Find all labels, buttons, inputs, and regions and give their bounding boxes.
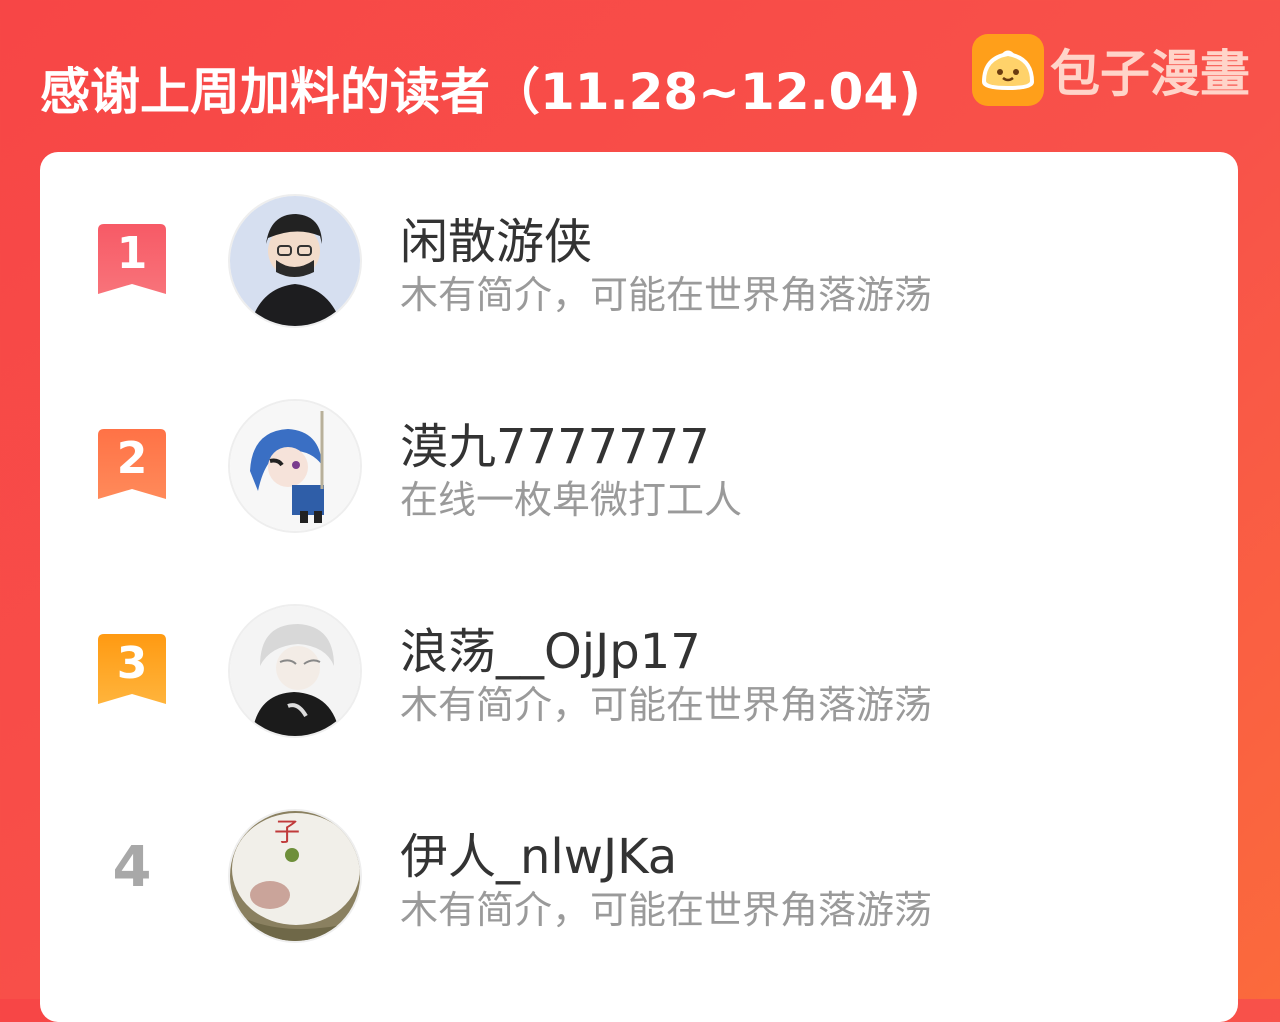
avatar[interactable] [228, 399, 362, 533]
username: 伊人_nlwJKa [400, 829, 678, 885]
rank-ribbon-icon: 1 [98, 224, 166, 296]
reader-row[interactable]: 4 子 伊人_nlwJKa 木有简介，可能在世界角落游荡 [40, 767, 1238, 943]
rank-number: 2 [116, 433, 148, 484]
username: 漠九7777777 [400, 419, 710, 475]
username: 浪荡__OjJp17 [400, 624, 701, 680]
reader-row[interactable]: 2 漠九7777777 在线一枚卑微打工人 [40, 357, 1238, 533]
avatar[interactable] [228, 194, 362, 328]
user-bio: 木有简介，可能在世界角落游荡 [400, 273, 933, 317]
brand-name: 包子漫畫 [1050, 45, 1250, 103]
reader-row[interactable]: 1 闲散游侠 木有简介，可能在世界角落游荡 [40, 152, 1238, 328]
reader-row[interactable]: 3 浪荡__OjJp17 木有简介，可能在世界角落游荡 [40, 562, 1238, 738]
avatar[interactable] [228, 604, 362, 738]
bun-logo-icon [972, 34, 1044, 106]
user-bio: 在线一枚卑微打工人 [400, 478, 743, 522]
brand: 包子漫畫 [972, 34, 1250, 106]
svg-text:子: 子 [274, 818, 300, 848]
avatar[interactable]: 子 [228, 809, 362, 943]
reader-list-card: 1 闲散游侠 木有简介，可能在世界角落游荡 2 漠九7777777 在线一枚卑微… [40, 152, 1238, 1022]
rank-number: 3 [116, 638, 148, 689]
rank-ribbon-icon: 3 [98, 634, 166, 706]
rank-ribbon-icon: 2 [98, 429, 166, 501]
username: 闲散游侠 [400, 214, 593, 270]
rank-number: 1 [116, 228, 148, 279]
rank-number: 4 [112, 835, 152, 900]
user-bio: 木有简介，可能在世界角落游荡 [400, 683, 933, 727]
page-title: 感谢上周加料的读者（11.28~12.04) [40, 63, 922, 121]
user-bio: 木有简介，可能在世界角落游荡 [400, 888, 933, 932]
